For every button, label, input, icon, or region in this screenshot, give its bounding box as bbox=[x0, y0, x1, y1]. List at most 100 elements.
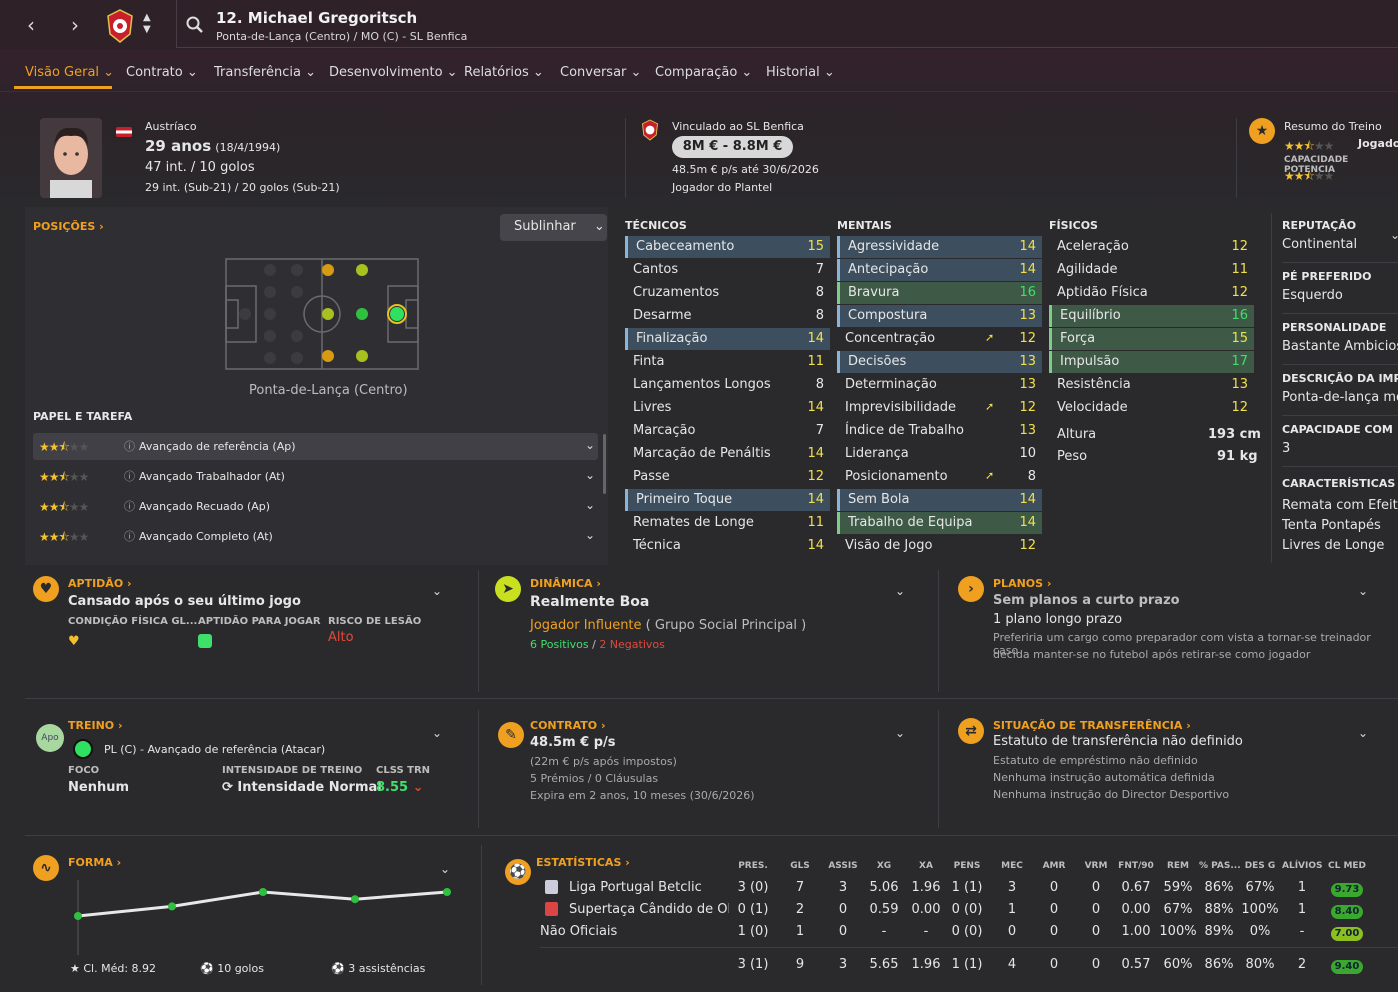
tab-desenvolvimento[interactable]: Desenvolvimento ⌄ bbox=[329, 65, 458, 80]
attribute-row[interactable]: Resistência 13 bbox=[1049, 374, 1254, 396]
attribute-row[interactable]: Imprevisibilidade 12 ➚ bbox=[837, 397, 1042, 419]
treino-title[interactable]: TREINO › bbox=[68, 719, 123, 732]
attribute-row[interactable]: Determinação 13 bbox=[837, 374, 1042, 396]
stats-header[interactable]: % PAS... bbox=[1199, 861, 1241, 871]
attribute-row[interactable]: Técnica 14 bbox=[625, 535, 830, 557]
stats-header[interactable]: PRES. bbox=[733, 861, 773, 871]
attribute-row[interactable]: Impulsão 17 bbox=[1049, 351, 1254, 373]
contrato-title[interactable]: CONTRATO › bbox=[530, 719, 606, 732]
attribute-row[interactable]: Antecipação 14 bbox=[837, 259, 1042, 281]
chevron-down-icon[interactable]: ⌄ bbox=[1358, 726, 1368, 740]
planos-title[interactable]: PLANOS › bbox=[993, 577, 1051, 590]
search-icon[interactable] bbox=[186, 16, 204, 38]
attribute-row[interactable]: Marcação de Penáltis 14 bbox=[625, 443, 830, 465]
chevron-down-icon[interactable]: ⌄ bbox=[585, 468, 595, 482]
attribute-row[interactable]: Cantos 7 bbox=[625, 259, 830, 281]
attribute-row[interactable]: Primeiro Toque 14 bbox=[625, 489, 830, 511]
form-point[interactable] bbox=[351, 895, 359, 904]
tab-relatorios[interactable]: Relatórios ⌄ bbox=[464, 65, 544, 80]
role-label[interactable]: Avançado Completo (At) bbox=[139, 530, 273, 543]
attribute-row[interactable]: Aptidão Física 12 bbox=[1049, 282, 1254, 304]
tab-visao-geral[interactable]: Visão Geral ⌄ bbox=[25, 65, 114, 80]
attribute-row[interactable]: Cabeceamento 15 bbox=[625, 236, 830, 258]
chevron-down-icon[interactable]: ⌄ bbox=[585, 528, 595, 542]
transfer-title[interactable]: SITUAÇÃO DE TRANSFERÊNCIA › bbox=[993, 719, 1191, 732]
chevron-down-icon[interactable]: ⌄ bbox=[895, 726, 905, 740]
attribute-row[interactable]: Cruzamentos 8 bbox=[625, 282, 830, 304]
attribute-row[interactable]: Agilidade 11 bbox=[1049, 259, 1254, 281]
stats-header[interactable]: XA bbox=[906, 861, 946, 871]
intensity-dropdown[interactable]: ⟳ Intensidade Normal bbox=[222, 780, 382, 795]
form-point[interactable] bbox=[168, 902, 176, 911]
attribute-row[interactable]: Compostura 13 bbox=[837, 305, 1042, 327]
info-icon[interactable]: ⓘ bbox=[124, 528, 135, 544]
role-label[interactable]: Avançado Trabalhador (At) bbox=[139, 470, 285, 483]
chevron-down-icon[interactable]: ⌄ bbox=[432, 726, 442, 740]
attribute-row[interactable]: Posicionamento 8 ➚ bbox=[837, 466, 1042, 488]
attribute-row[interactable]: Livres 14 bbox=[625, 397, 830, 419]
chevron-down-icon[interactable]: ⌄ bbox=[585, 438, 595, 452]
stats-header[interactable]: GLS bbox=[780, 861, 820, 871]
attribute-row[interactable]: Concentração 12 ➚ bbox=[837, 328, 1042, 350]
aptidao-title[interactable]: APTIDÃO › bbox=[68, 577, 132, 590]
form-point[interactable] bbox=[259, 888, 267, 896]
stats-header[interactable]: CL MED bbox=[1327, 861, 1367, 871]
club-crest-icon[interactable] bbox=[104, 8, 136, 44]
positions-title[interactable]: POSIÇÕES › bbox=[33, 220, 104, 233]
stats-header[interactable]: ALÍVIOS bbox=[1282, 861, 1323, 871]
stats-header[interactable]: MEC bbox=[992, 861, 1032, 871]
stats-header[interactable]: PENS bbox=[947, 861, 987, 871]
attribute-row[interactable]: Força 15 bbox=[1049, 328, 1254, 350]
attribute-row[interactable]: Passe 12 bbox=[625, 466, 830, 488]
chevron-down-icon[interactable]: ⌄ bbox=[1358, 584, 1368, 598]
attribute-row[interactable]: Aceleração 12 bbox=[1049, 236, 1254, 258]
info-icon[interactable]: ⓘ bbox=[124, 498, 135, 514]
attribute-row[interactable]: Decisões 13 bbox=[837, 351, 1042, 373]
role-label[interactable]: Avançado Recuado (Ap) bbox=[139, 500, 270, 513]
attribute-row[interactable]: Visão de Jogo 12 bbox=[837, 535, 1042, 557]
info-icon[interactable]: ⓘ bbox=[124, 468, 135, 484]
stats-header[interactable]: DES G bbox=[1240, 861, 1280, 871]
form-point[interactable] bbox=[74, 912, 82, 920]
role-label[interactable]: Avançado de referência (Ap) bbox=[139, 440, 296, 453]
info-icon[interactable]: ⓘ bbox=[124, 438, 135, 454]
roles-scrollbar[interactable] bbox=[603, 434, 606, 494]
tab-conversar[interactable]: Conversar ⌄ bbox=[560, 65, 641, 80]
attribute-row[interactable]: Agressividade 14 bbox=[837, 236, 1042, 258]
attribute-row[interactable]: Marcação 7 bbox=[625, 420, 830, 442]
attribute-row[interactable]: Índice de Trabalho 13 bbox=[837, 420, 1042, 442]
stats-header[interactable]: AMR bbox=[1034, 861, 1074, 871]
tab-comparacao[interactable]: Comparação ⌄ bbox=[655, 65, 752, 80]
stats-header[interactable]: ASSIS bbox=[823, 861, 863, 871]
attribute-row[interactable]: Bravura 16 bbox=[837, 282, 1042, 304]
stats-header[interactable]: REM bbox=[1158, 861, 1198, 871]
transfer-value-badge[interactable]: 8M € - 8.8M € bbox=[672, 136, 793, 158]
form-point[interactable] bbox=[443, 888, 451, 896]
stats-title[interactable]: ESTATÍSTICAS › bbox=[536, 856, 630, 869]
competition-name[interactable]: Não Oficiais bbox=[540, 924, 720, 939]
attribute-row[interactable]: Desarme 8 bbox=[625, 305, 830, 327]
social-role[interactable]: Jogador Influente bbox=[530, 618, 642, 633]
attribute-row[interactable]: Sem Bola 14 bbox=[837, 489, 1042, 511]
attribute-row[interactable]: Liderança 10 bbox=[837, 443, 1042, 465]
attribute-row[interactable]: Trabalho de Equipa 14 bbox=[837, 512, 1042, 534]
chevron-down-icon[interactable]: ⌄ bbox=[895, 584, 905, 598]
chevron-down-icon[interactable]: ⌄ bbox=[585, 498, 595, 512]
chevron-down-icon[interactable]: ⌄ bbox=[432, 584, 442, 598]
stats-header[interactable]: VRM bbox=[1076, 861, 1116, 871]
attribute-row[interactable]: Finalização 14 bbox=[625, 328, 830, 350]
forward-arrow-icon[interactable]: › bbox=[62, 12, 88, 38]
attribute-row[interactable]: Velocidade 12 bbox=[1049, 397, 1254, 419]
attribute-row[interactable]: Remates de Longe 11 bbox=[625, 512, 830, 534]
attribute-row[interactable]: Equilíbrio 16 bbox=[1049, 305, 1254, 327]
tab-contrato[interactable]: Contrato ⌄ bbox=[126, 65, 198, 80]
chevron-down-icon[interactable]: ⌄ bbox=[1390, 228, 1398, 242]
stats-header[interactable]: FNT/90 bbox=[1116, 861, 1156, 871]
tab-historial[interactable]: Historial ⌄ bbox=[766, 65, 835, 80]
stats-header[interactable]: XG bbox=[864, 861, 904, 871]
attribute-row[interactable]: Finta 11 bbox=[625, 351, 830, 373]
player-switch-icon[interactable]: ▲ ▼ bbox=[143, 12, 151, 36]
back-arrow-icon[interactable]: ‹ bbox=[18, 12, 44, 38]
competition-name[interactable]: Liga Portugal Betclic bbox=[569, 880, 729, 895]
highlight-dropdown[interactable]: Sublinhar ⌄ bbox=[500, 214, 607, 241]
